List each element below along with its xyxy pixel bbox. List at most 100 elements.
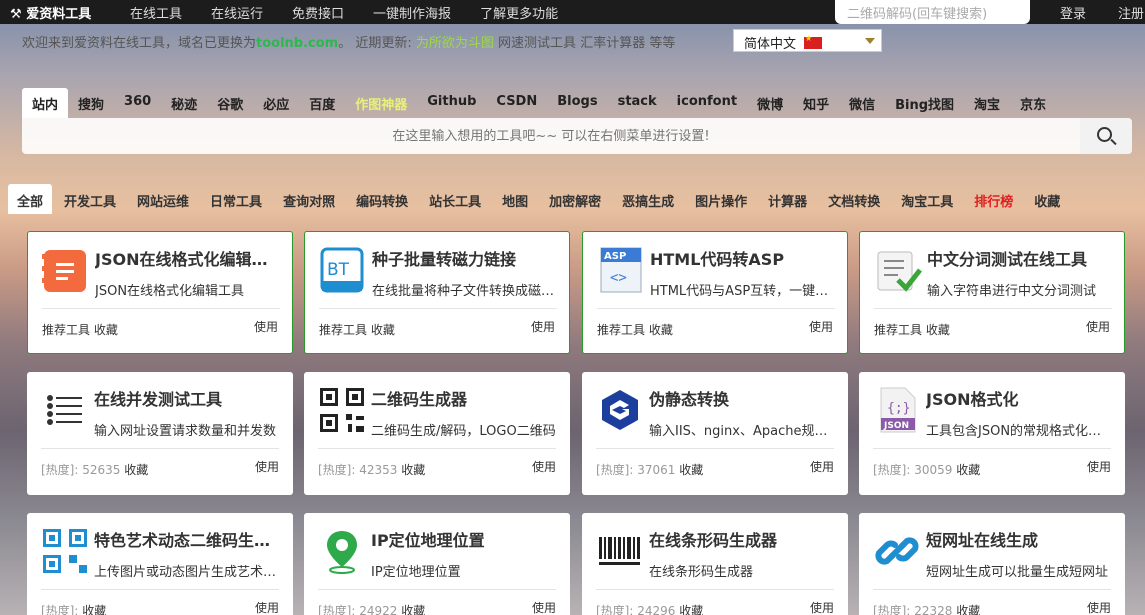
engine-tab-360[interactable]: 360 <box>114 88 161 118</box>
card-title[interactable]: 种子批量转磁力链接 <box>372 246 557 270</box>
tool-card[interactable]: JSON在线格式化编辑工具 JSON在线格式化编辑工具 推荐工具 收藏 使用 <box>27 231 293 354</box>
use-button[interactable]: 使用 <box>255 458 279 475</box>
engine-tab-iconfont[interactable]: iconfont <box>667 88 747 118</box>
card-title[interactable]: 伪静态转换 <box>649 386 834 410</box>
favorite-link[interactable]: 收藏 <box>926 323 950 337</box>
favorite-link[interactable]: 收藏 <box>401 604 425 615</box>
category-tab-taobao[interactable]: 淘宝工具 <box>892 184 962 214</box>
top-nav-free-api[interactable]: 免费接口 <box>292 3 344 22</box>
use-button[interactable]: 使用 <box>810 599 834 615</box>
category-tab-crypto[interactable]: 加密解密 <box>540 184 610 214</box>
category-tab-prank[interactable]: 恶搞生成 <box>613 184 683 214</box>
engine-tab-miji[interactable]: 秘迹 <box>161 88 207 118</box>
top-nav-online-run[interactable]: 在线运行 <box>211 3 263 22</box>
card-title[interactable]: HTML代码转ASP <box>650 246 835 270</box>
engine-tab-weibo[interactable]: 微博 <box>747 88 793 118</box>
category-tab-calculator[interactable]: 计算器 <box>759 184 816 214</box>
category-tab-dev[interactable]: 开发工具 <box>55 184 125 214</box>
tool-card[interactable]: BT 种子批量转磁力链接 在线批量将种子文件转换成磁力链接 推荐工具 收藏 使用 <box>304 231 570 354</box>
favorite-link[interactable]: 收藏 <box>371 323 395 337</box>
tool-card[interactable]: 短网址在线生成 短网址生成可以批量生成短网址 [热度]: 22328 收藏 使用 <box>859 513 1125 615</box>
category-tab-all[interactable]: 全部 <box>8 184 53 214</box>
favorite-link[interactable]: 收藏 <box>649 323 673 337</box>
card-title[interactable]: 二维码生成器 <box>371 386 556 410</box>
qrcode-decode-input[interactable]: 二维码解码(回车键搜索) <box>835 0 1030 24</box>
engine-tab-google[interactable]: 谷歌 <box>207 88 253 118</box>
update-link-3[interactable]: 汇率计算器 <box>580 36 645 51</box>
search-button[interactable] <box>1080 118 1132 154</box>
category-tab-webmaster[interactable]: 站长工具 <box>420 184 490 214</box>
engine-tab-stack[interactable]: stack <box>608 88 667 118</box>
engine-tab-bing[interactable]: 必应 <box>253 88 299 118</box>
tool-search-input[interactable] <box>22 118 1080 154</box>
engine-tab-image-tool[interactable]: 作图神器 <box>345 88 417 118</box>
language-select[interactable]: 简体中文 <box>733 29 882 52</box>
update-link-2[interactable]: 网速测试工具 <box>498 36 576 51</box>
engine-tab-csdn[interactable]: CSDN <box>486 88 547 118</box>
engine-tab-taobao[interactable]: 淘宝 <box>964 88 1010 118</box>
use-button[interactable]: 使用 <box>531 318 555 335</box>
tool-card[interactable]: 中文分词测试在线工具 输入字符串进行中文分词测试 推荐工具 收藏 使用 <box>859 231 1125 354</box>
use-button[interactable]: 使用 <box>532 458 556 475</box>
favorite-link[interactable]: 收藏 <box>401 463 425 477</box>
engine-tab-site[interactable]: 站内 <box>22 88 69 118</box>
use-button[interactable]: 使用 <box>1087 458 1111 475</box>
favorite-link[interactable]: 收藏 <box>124 463 148 477</box>
category-tab-encoding[interactable]: 编码转换 <box>347 184 417 214</box>
engine-tab-github[interactable]: Github <box>417 88 486 118</box>
svg-text:<>: <> <box>610 270 627 286</box>
tool-card[interactable]: {;} JSON JSON格式化 工具包含JSON的常规格式化操作 [热度]: 3… <box>859 372 1125 495</box>
site-logo[interactable]: ⚒ 爱资料工具 <box>10 3 91 22</box>
category-tab-ranking[interactable]: 排行榜 <box>965 184 1022 214</box>
update-link-1[interactable]: 为所欲为斗图 <box>416 36 494 51</box>
tool-card[interactable]: 在线条形码生成器 在线条形码生成器 [热度]: 24296 收藏 使用 <box>582 513 848 615</box>
category-tab-favorites[interactable]: 收藏 <box>1025 184 1069 214</box>
top-nav-more[interactable]: 了解更多功能 <box>480 3 558 22</box>
tool-card[interactable]: 特色艺术动态二维码生成器 上传图片或动态图片生成艺术二维码 [热度]: 收藏 使… <box>27 513 293 615</box>
use-button[interactable]: 使用 <box>254 318 278 335</box>
card-title[interactable]: 在线并发测试工具 <box>94 386 279 410</box>
tool-card[interactable]: IP定位地理位置 IP定位地理位置 [热度]: 24922 收藏 使用 <box>304 513 570 615</box>
card-title[interactable]: 中文分词测试在线工具 <box>927 246 1112 270</box>
card-title[interactable]: IP定位地理位置 <box>371 527 556 551</box>
register-link[interactable]: 注册 <box>1118 3 1144 22</box>
favorite-link[interactable]: 收藏 <box>679 463 703 477</box>
use-button[interactable]: 使用 <box>1087 599 1111 615</box>
card-title[interactable]: 短网址在线生成 <box>926 527 1111 551</box>
engine-tab-jd[interactable]: 京东 <box>1010 88 1056 118</box>
category-tab-image[interactable]: 图片操作 <box>686 184 756 214</box>
engine-tab-blogs[interactable]: Blogs <box>547 88 607 118</box>
tool-card[interactable]: 在线并发测试工具 输入网址设置请求数量和并发数 [热度]: 52635 收藏 使… <box>27 372 293 495</box>
favorite-link[interactable]: 收藏 <box>94 323 118 337</box>
category-tab-ops[interactable]: 网站运维 <box>128 184 198 214</box>
card-title[interactable]: JSON在线格式化编辑工具 <box>95 246 280 270</box>
tool-card[interactable]: 伪静态转换 输入IIS、nginx、Apache规则转换 [热度]: 37061… <box>582 372 848 495</box>
login-link[interactable]: 登录 <box>1060 3 1086 22</box>
engine-tab-baidu[interactable]: 百度 <box>299 88 345 118</box>
tool-card[interactable]: ASP <> HTML代码转ASP HTML代码与ASP互转，一键转换 推荐工具 … <box>582 231 848 354</box>
category-tab-daily[interactable]: 日常工具 <box>201 184 271 214</box>
domain-link[interactable]: toolnb.com <box>256 36 338 51</box>
favorite-link[interactable]: 收藏 <box>956 463 980 477</box>
card-title[interactable]: 特色艺术动态二维码生成器 <box>94 527 279 551</box>
category-tab-map[interactable]: 地图 <box>493 184 537 214</box>
use-button[interactable]: 使用 <box>809 318 833 335</box>
top-nav-online-tools[interactable]: 在线工具 <box>130 3 182 22</box>
engine-tab-zhihu[interactable]: 知乎 <box>793 88 839 118</box>
tool-card[interactable]: 二维码生成器 二维码生成/解码，LOGO二维码 [热度]: 42353 收藏 使… <box>304 372 570 495</box>
card-title[interactable]: JSON格式化 <box>926 386 1111 410</box>
category-tab-document[interactable]: 文档转换 <box>819 184 889 214</box>
favorite-link[interactable]: 收藏 <box>82 604 106 615</box>
category-tab-query[interactable]: 查询对照 <box>274 184 344 214</box>
favorite-link[interactable]: 收藏 <box>956 604 980 615</box>
use-button[interactable]: 使用 <box>532 599 556 615</box>
favorite-link[interactable]: 收藏 <box>679 604 703 615</box>
use-button[interactable]: 使用 <box>810 458 834 475</box>
use-button[interactable]: 使用 <box>255 599 279 615</box>
top-nav-poster[interactable]: 一键制作海报 <box>373 3 451 22</box>
engine-tab-bing-images[interactable]: Bing找图 <box>885 88 964 118</box>
use-button[interactable]: 使用 <box>1086 318 1110 335</box>
card-title[interactable]: 在线条形码生成器 <box>649 527 834 551</box>
engine-tab-sogou[interactable]: 搜狗 <box>68 88 114 118</box>
engine-tab-weixin[interactable]: 微信 <box>839 88 885 118</box>
